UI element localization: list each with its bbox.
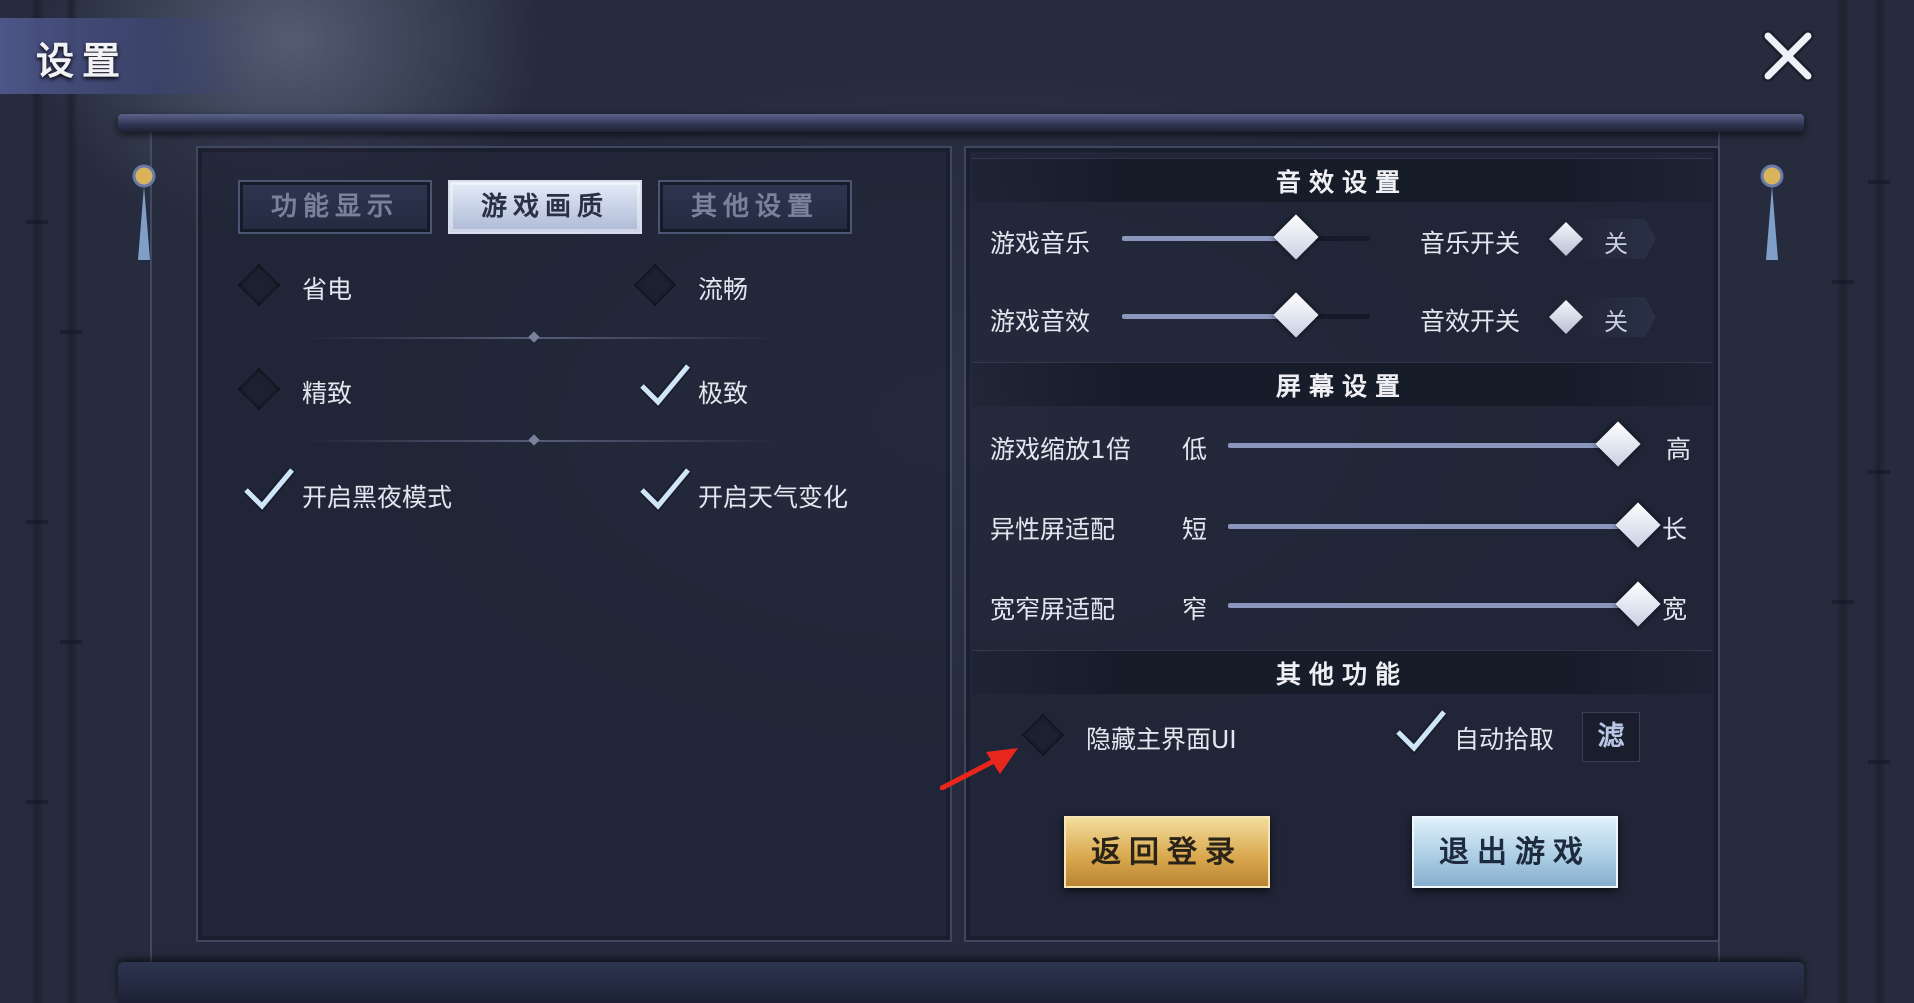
zoom-max-label: 高 [1666, 435, 1692, 464]
aspect-fit-label: 宽窄屏适配 [990, 595, 1116, 624]
sfx-switch-label: 音效开关 [1420, 307, 1521, 336]
option-label: 隐藏主界面UI [1086, 725, 1237, 754]
notch-fit-label: 异性屏适配 [990, 515, 1116, 544]
weather-change-toggle[interactable]: 开启天气变化 [638, 467, 900, 518]
quality-option-fine[interactable]: 精致 [237, 364, 464, 414]
bamboo-stalk [1868, 0, 1890, 1003]
quality-option-power-save[interactable]: 省电 [237, 260, 464, 310]
option-label: 省电 [302, 275, 353, 304]
bamboo-stalk [1832, 0, 1854, 1003]
hide-ui-checkbox[interactable]: 隐藏主界面UI [1021, 710, 1288, 760]
switch-state: 关 [1604, 230, 1628, 258]
option-label: 流畅 [698, 275, 749, 304]
night-mode-toggle[interactable]: 开启黑夜模式 [242, 467, 504, 518]
unchecked-diamond-icon [1021, 713, 1065, 757]
zoom-label: 游戏缩放1倍 [990, 435, 1131, 464]
unchecked-diamond-icon [633, 263, 677, 307]
checkmark-icon [1394, 709, 1448, 755]
pickup-filter-button[interactable]: 滤 [1582, 712, 1640, 762]
aspect-fit-min-label: 窄 [1182, 595, 1208, 624]
zoom-min-label: 低 [1182, 435, 1208, 464]
option-divider [300, 337, 780, 339]
notch-fit-max-label: 长 [1662, 515, 1688, 544]
scroll-rod-top [118, 114, 1804, 132]
tassel-ornament-icon [1760, 164, 1784, 260]
checkmark-icon [638, 467, 692, 513]
red-arrow-annotation [940, 748, 1018, 790]
scroll-rod-bottom [118, 962, 1804, 1003]
section-header-screen: 屏幕设置 [972, 362, 1712, 406]
bamboo-stalk [60, 0, 82, 1003]
music-switch-label: 音乐开关 [1420, 229, 1521, 258]
zoom-slider[interactable] [1228, 421, 1641, 467]
option-label: 极致 [698, 379, 749, 408]
sfx-label: 游戏音效 [990, 307, 1091, 336]
option-divider [300, 440, 780, 442]
option-label: 开启天气变化 [698, 483, 849, 512]
section-title: 其他功能 [1275, 660, 1408, 689]
section-title: 音效设置 [1275, 168, 1408, 197]
option-label: 精致 [302, 379, 353, 408]
music-switch[interactable]: 关 [1546, 219, 1656, 259]
sfx-switch[interactable]: 关 [1546, 297, 1656, 337]
close-icon [1762, 30, 1814, 82]
exit-game-button[interactable]: 退出游戏 [1412, 816, 1618, 888]
tassel-ornament-icon [132, 164, 156, 260]
section-header-other: 其他功能 [972, 650, 1712, 694]
aspect-fit-max-label: 宽 [1662, 595, 1688, 624]
notch-fit-min-label: 短 [1182, 515, 1208, 544]
auto-pickup-checkbox[interactable]: 自动拾取 [1394, 709, 1586, 760]
unchecked-diamond-icon [237, 263, 281, 307]
option-label: 开启黑夜模式 [302, 483, 453, 512]
tab-function-display[interactable]: 功能显示 [238, 180, 432, 234]
aspect-fit-slider[interactable] [1228, 581, 1661, 627]
section-header-sound: 音效设置 [972, 158, 1712, 202]
sfx-slider[interactable] [1122, 292, 1370, 338]
quality-option-smooth[interactable]: 流畅 [633, 260, 860, 310]
return-login-button[interactable]: 返回登录 [1064, 816, 1270, 888]
bamboo-stalk [26, 0, 48, 1003]
quality-option-ultra[interactable]: 极致 [638, 363, 860, 414]
section-title: 屏幕设置 [1275, 372, 1408, 401]
switch-state: 关 [1604, 308, 1628, 336]
page-title: 设置 [36, 38, 129, 83]
checkmark-icon [242, 467, 296, 513]
music-slider[interactable] [1122, 214, 1370, 260]
unchecked-diamond-icon [237, 367, 281, 411]
close-button[interactable] [1760, 28, 1816, 84]
tab-graphics-quality[interactable]: 游戏画质 [448, 180, 642, 234]
checkmark-icon [638, 363, 692, 409]
option-label: 自动拾取 [1454, 725, 1555, 754]
music-label: 游戏音乐 [990, 229, 1091, 258]
notch-fit-slider[interactable] [1228, 502, 1661, 548]
tab-other-settings[interactable]: 其他设置 [658, 180, 852, 234]
